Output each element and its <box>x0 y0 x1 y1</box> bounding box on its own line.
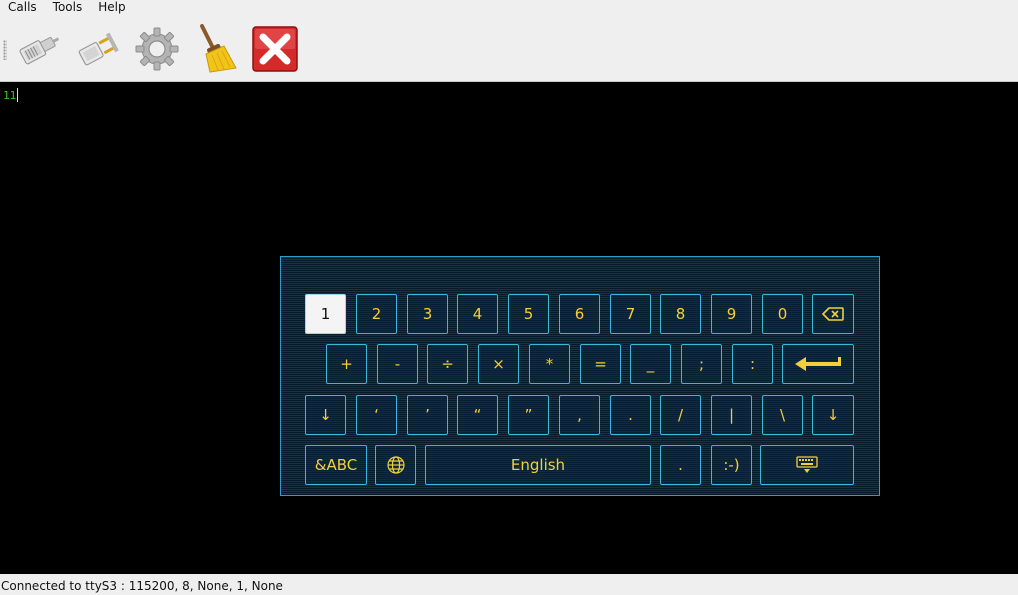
key-colon[interactable]: : <box>732 344 773 384</box>
key-left-double-quote[interactable]: “ <box>457 395 498 435</box>
key-4[interactable]: 4 <box>457 294 498 334</box>
key-multiply[interactable]: × <box>478 344 519 384</box>
key-asterisk[interactable]: * <box>529 344 570 384</box>
enter-arrow-icon <box>795 357 841 371</box>
connect-button[interactable] <box>13 24 65 74</box>
hide-keyboard-icon <box>796 456 818 473</box>
settings-button[interactable] <box>131 24 183 74</box>
menu-bar: Calls Tools Help <box>0 0 1018 16</box>
disconnect-button[interactable] <box>74 24 126 74</box>
key-comma[interactable]: , <box>559 395 600 435</box>
status-bar: Connected to ttyS3 : 115200, 8, None, 1,… <box>0 574 1018 595</box>
backspace-icon <box>822 307 844 321</box>
key-backslash[interactable]: \ <box>762 395 803 435</box>
key-divide[interactable]: ÷ <box>427 344 468 384</box>
key-2[interactable]: 2 <box>356 294 397 334</box>
space-key[interactable]: English <box>425 445 651 485</box>
smiley-key[interactable]: :-) <box>711 445 752 485</box>
key-period[interactable]: . <box>610 395 651 435</box>
text-cursor <box>17 88 19 102</box>
key-equals[interactable]: = <box>580 344 621 384</box>
key-5[interactable]: 5 <box>508 294 549 334</box>
quit-close-icon <box>252 26 298 72</box>
key-8[interactable]: 8 <box>660 294 701 334</box>
terminal-text: 11 <box>3 89 17 102</box>
key-plus[interactable]: + <box>326 344 367 384</box>
key-7[interactable]: 7 <box>610 294 651 334</box>
settings-gear-icon <box>135 27 179 71</box>
hide-keyboard-key[interactable] <box>760 445 854 485</box>
virtual-keyboard: 1 2 3 4 5 6 7 8 9 0 + - ÷ × * = _ ; : ↓ … <box>280 256 880 496</box>
connect-icon <box>19 36 60 65</box>
clear-broom-icon <box>200 24 237 73</box>
clear-button[interactable] <box>190 24 242 74</box>
menu-help[interactable]: Help <box>90 0 133 16</box>
key-down-arrow-right[interactable]: ↓ <box>812 395 854 435</box>
disconnect-icon <box>78 32 119 66</box>
quit-button[interactable] <box>249 24 301 74</box>
mode-abc-key[interactable]: &ABC <box>305 445 367 485</box>
key-6[interactable]: 6 <box>559 294 600 334</box>
menu-calls[interactable]: Calls <box>0 0 45 16</box>
menu-tools[interactable]: Tools <box>45 0 91 16</box>
backspace-key[interactable] <box>812 294 854 334</box>
key-period-bottom[interactable]: . <box>660 445 701 485</box>
toolbar-grip-handle[interactable] <box>3 40 7 60</box>
language-key[interactable] <box>375 445 416 485</box>
key-semicolon[interactable]: ; <box>681 344 722 384</box>
key-1[interactable]: 1 <box>305 294 346 334</box>
enter-key[interactable] <box>782 344 854 384</box>
key-pipe[interactable]: | <box>711 395 752 435</box>
key-right-double-quote[interactable]: ” <box>508 395 549 435</box>
key-right-single-quote[interactable]: ’ <box>407 395 448 435</box>
key-slash[interactable]: / <box>660 395 701 435</box>
toolbar <box>0 16 1018 82</box>
key-left-single-quote[interactable]: ‘ <box>356 395 397 435</box>
key-9[interactable]: 9 <box>711 294 752 334</box>
terminal-line: 11 <box>3 88 19 102</box>
key-0[interactable]: 0 <box>762 294 803 334</box>
key-minus[interactable]: - <box>377 344 418 384</box>
key-3[interactable]: 3 <box>407 294 448 334</box>
key-underscore[interactable]: _ <box>630 344 671 384</box>
key-down-arrow-left[interactable]: ↓ <box>305 395 346 435</box>
globe-icon <box>386 456 405 474</box>
